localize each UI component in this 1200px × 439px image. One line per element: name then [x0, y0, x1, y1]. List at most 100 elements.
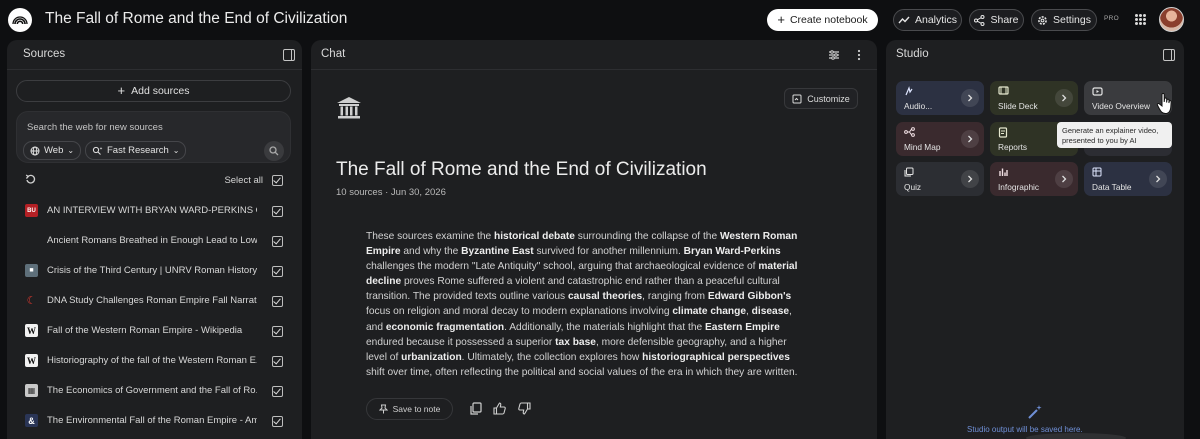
- studio-tile-infographic[interactable]: Infographic: [990, 162, 1078, 196]
- chevron-right-icon[interactable]: [1055, 170, 1073, 188]
- settings-button[interactable]: Settings: [1031, 9, 1097, 31]
- source-checkbox[interactable]: [272, 326, 283, 337]
- search-submit-button[interactable]: [264, 141, 284, 161]
- document-red-icon: BU: [25, 204, 38, 217]
- site-icon: ☾: [26, 295, 37, 307]
- apps-grid-icon[interactable]: [1135, 14, 1146, 25]
- video-overview-tooltip: Generate an explainer video, presented t…: [1057, 122, 1172, 148]
- chat-title: Chat: [321, 48, 346, 60]
- notebook-meta: 10 sources · Jun 30, 2026: [336, 187, 446, 198]
- select-all-checkbox[interactable]: [272, 175, 283, 186]
- search-input[interactable]: Search the web for new sources: [27, 122, 163, 133]
- quiz-icon: [904, 167, 914, 177]
- chevron-right-icon[interactable]: [1149, 170, 1167, 188]
- site-icon: &: [25, 414, 38, 427]
- source-title: Fall of the Western Roman Empire - Wikip…: [47, 325, 243, 336]
- create-notebook-button[interactable]: + Create notebook: [767, 9, 878, 31]
- globe-icon: [30, 146, 40, 155]
- more-vert-icon[interactable]: [856, 49, 862, 61]
- gear-icon: [1038, 15, 1047, 25]
- source-checkbox[interactable]: [272, 206, 283, 217]
- studio-tile-label: Audio...: [904, 101, 933, 111]
- analytics-label: Analytics: [914, 14, 957, 26]
- research-chip-label: Fast Research: [107, 145, 169, 156]
- add-sources-label: Add sources: [131, 85, 190, 97]
- chat-header: Chat: [311, 40, 877, 70]
- studio-tile-label: Data Table: [1092, 182, 1132, 192]
- studio-tile-label: Quiz: [904, 182, 922, 192]
- select-all-row: Select all: [7, 172, 302, 190]
- data-table-icon: [1092, 167, 1102, 177]
- source-title: Crisis of the Third Century | UNRV Roman…: [47, 265, 257, 276]
- notebook-title[interactable]: The Fall of Rome and the End of Civiliza…: [45, 10, 347, 28]
- collapse-panel-icon[interactable]: [283, 49, 295, 61]
- magic-wand-icon: [1028, 405, 1042, 419]
- notebook-summary: These sources examine the historical deb…: [366, 231, 798, 378]
- studio-tile-slide-deck[interactable]: Slide Deck: [990, 81, 1078, 115]
- studio-tile-data-table[interactable]: Data Table: [1084, 162, 1172, 196]
- studio-tile-label: Mind Map: [904, 142, 941, 152]
- collapse-panel-icon[interactable]: [1163, 49, 1175, 61]
- chevron-right-icon[interactable]: [961, 130, 979, 148]
- studio-tile-audio[interactable]: Audio...: [896, 81, 984, 115]
- undo-icon[interactable]: [25, 174, 36, 185]
- source-checkbox[interactable]: [272, 236, 283, 247]
- source-checkbox[interactable]: [272, 356, 283, 367]
- customize-button[interactable]: Customize: [784, 88, 858, 109]
- site-icon: ▦: [25, 384, 38, 397]
- studio-tile-quiz[interactable]: Quiz: [896, 162, 984, 196]
- pin-icon: [378, 404, 388, 414]
- source-title: Ancient Romans Breathed in Enough Lead t…: [47, 235, 257, 246]
- analytics-button[interactable]: Analytics: [893, 9, 962, 31]
- video-icon: [1092, 87, 1103, 96]
- source-checkbox[interactable]: [272, 266, 283, 277]
- source-item[interactable]: W Historiography of the fall of the West…: [7, 350, 302, 372]
- source-item[interactable]: W Fall of the Western Roman Empire - Wik…: [7, 320, 302, 342]
- studio-tile-mind-map[interactable]: Mind Map: [896, 122, 984, 156]
- source-title: The Economics of Government and the Fall…: [47, 385, 257, 396]
- chevron-right-icon[interactable]: [961, 170, 979, 188]
- web-source-dropdown[interactable]: Web ⌄: [23, 141, 82, 160]
- plus-icon: +: [117, 83, 126, 98]
- research-sparkle-icon: [92, 146, 103, 155]
- save-to-note-button[interactable]: Save to note: [366, 398, 453, 420]
- infographic-icon: [999, 168, 1008, 176]
- studio-tile-label: Reports: [998, 142, 1028, 152]
- settings-label: Settings: [1053, 14, 1091, 26]
- sources-panel: Sources + Add sources Search the web for…: [7, 40, 302, 439]
- chat-notebook-title: The Fall of Rome and the End of Civiliza…: [336, 159, 707, 180]
- customize-label: Customize: [807, 93, 850, 104]
- research-mode-dropdown[interactable]: Fast Research ⌄: [85, 141, 187, 160]
- source-item[interactable]: ☾ DNA Study Challenges Roman Empire Fall…: [7, 290, 302, 312]
- source-checkbox[interactable]: [272, 416, 283, 427]
- tune-icon[interactable]: [828, 49, 840, 61]
- thumbs-down-icon[interactable]: [518, 402, 531, 415]
- analytics-icon: [898, 16, 910, 24]
- notebooklm-logo-icon[interactable]: [8, 8, 32, 32]
- studio-tile-label: Video Overview: [1092, 101, 1150, 111]
- search-icon: [269, 146, 279, 156]
- chat-panel: Chat Customize The Fall of Rome and the …: [311, 40, 877, 439]
- copy-icon[interactable]: [470, 402, 482, 415]
- sources-header: Sources: [7, 40, 302, 70]
- source-item[interactable]: BU AN INTERVIEW WITH BRYAN WARD-PERKINS …: [7, 200, 302, 222]
- chevron-right-icon[interactable]: [1055, 89, 1073, 107]
- thumbs-up-icon[interactable]: [493, 402, 506, 415]
- add-sources-button[interactable]: + Add sources: [16, 80, 291, 102]
- plus-icon: +: [777, 12, 785, 27]
- source-checkbox[interactable]: [272, 296, 283, 307]
- source-item[interactable]: Ancient Romans Breathed in Enough Lead t…: [7, 230, 302, 252]
- studio-panel: Studio Audio... Slide Deck Video Overvie…: [886, 40, 1184, 439]
- source-item[interactable]: & The Environmental Fall of the Roman Em…: [7, 410, 302, 432]
- source-item[interactable]: ▦ The Economics of Government and the Fa…: [7, 380, 302, 402]
- avatar[interactable]: [1159, 7, 1184, 32]
- source-checkbox[interactable]: [272, 386, 283, 397]
- save-to-note-label: Save to note: [392, 404, 441, 414]
- share-button[interactable]: Share: [969, 9, 1024, 31]
- source-item[interactable]: ■ Crisis of the Third Century | UNRV Rom…: [7, 260, 302, 282]
- site-icon: ■: [25, 264, 38, 277]
- web-icon: [25, 234, 38, 247]
- select-all-label: Select all: [224, 175, 263, 186]
- slide-deck-icon: [998, 86, 1009, 95]
- chevron-right-icon[interactable]: [961, 89, 979, 107]
